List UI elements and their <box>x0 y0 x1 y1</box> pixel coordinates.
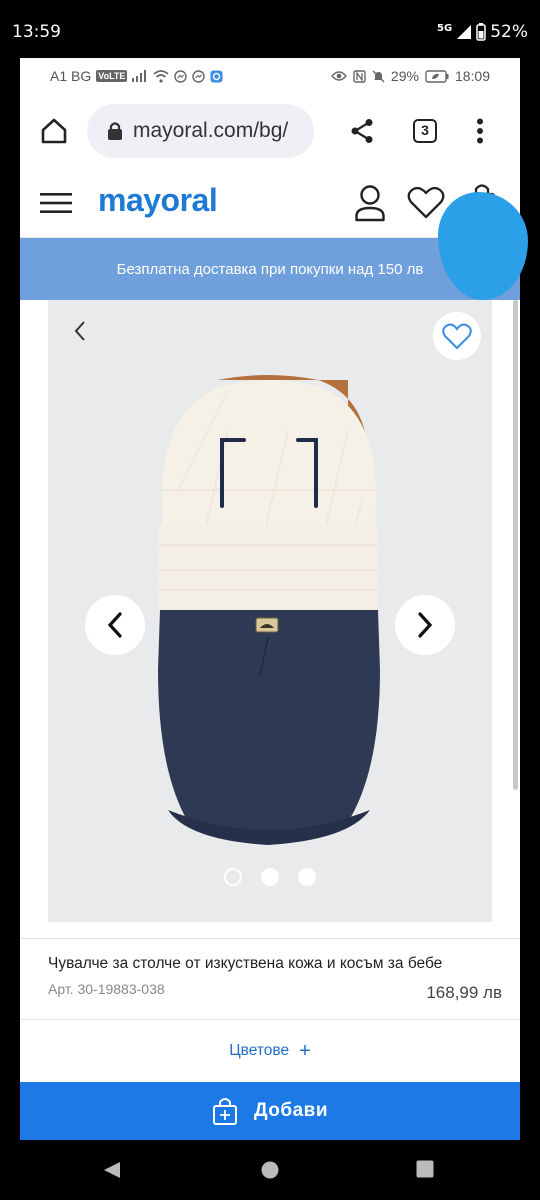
address-bar[interactable]: mayoral.com/bg/ <box>87 104 314 158</box>
volte-badge: VoLTE <box>96 70 128 82</box>
carrier-group: A1 BG VoLTE <box>50 68 223 84</box>
app-notification-icon <box>210 70 223 82</box>
url-text: mayoral.com/bg/ <box>133 119 289 142</box>
status-time: 13:59 <box>12 22 61 42</box>
heart-outline-icon <box>442 323 472 349</box>
add-to-cart-button[interactable]: Добави <box>20 1082 520 1140</box>
product-title: Чувалче за столче от изкуствена кожа и к… <box>48 955 443 972</box>
product-price: 168,99 лв <box>426 983 502 1002</box>
hamburger-icon[interactable] <box>40 192 72 214</box>
promo-text: Безплатна доставка при покупки над 150 л… <box>116 260 424 278</box>
product-gallery[interactable] <box>48 300 492 922</box>
site-logo[interactable]: mayoral <box>98 182 218 219</box>
recents-nav-icon[interactable] <box>416 1160 434 1178</box>
mute-icon <box>372 70 385 82</box>
outer-status-bar: 13:59 5G 52% <box>0 0 540 58</box>
back-nav-icon[interactable] <box>102 1160 122 1180</box>
inner-status-bar: A1 BG VoLTE 29% 18:09 <box>20 58 520 92</box>
battery-icon <box>476 23 486 41</box>
bag-plus-icon <box>212 1098 237 1125</box>
system-nav-bar <box>0 1140 540 1200</box>
add-to-wishlist-button[interactable] <box>433 312 481 360</box>
signal-bars-icon <box>132 70 147 82</box>
colors-selector[interactable]: Цветове + <box>20 1020 520 1082</box>
heart-icon[interactable] <box>407 186 445 220</box>
add-button-label: Добави <box>253 1100 329 1121</box>
battery-saver-icon <box>425 69 449 83</box>
inner-time: 18:09 <box>454 68 490 84</box>
chevron-right-icon <box>418 612 433 638</box>
next-image-button[interactable] <box>395 595 455 655</box>
prev-image-button[interactable] <box>85 595 145 655</box>
nfc-icon <box>353 69 366 83</box>
product-image <box>158 375 380 845</box>
inner-battery-percent: 29% <box>390 68 419 84</box>
carousel-dot-3[interactable] <box>298 868 316 886</box>
inner-status-right: 29% 18:09 <box>330 68 490 84</box>
carrier-label: A1 BG <box>50 68 92 84</box>
colors-label: Цветове <box>229 1042 290 1059</box>
carousel-dot-2[interactable] <box>261 868 279 886</box>
plus-icon: + <box>299 1039 311 1062</box>
product-info: Чувалче за столче от изкуствена кожа и к… <box>20 938 520 1020</box>
messenger-icon-2 <box>192 69 206 83</box>
browser-toolbar: mayoral.com/bg/ 3 <box>20 98 520 170</box>
more-vert-icon[interactable] <box>476 118 484 144</box>
battery-percent: 52% <box>490 22 528 42</box>
tab-switcher-button[interactable]: 3 <box>413 119 437 143</box>
lock-icon <box>108 122 122 140</box>
product-reference: Арт. 30-19883-038 <box>48 981 165 997</box>
chevron-left-icon <box>107 612 122 638</box>
carousel-dot-1[interactable] <box>224 868 242 886</box>
network-label: 5G <box>437 22 453 34</box>
user-icon[interactable] <box>354 184 386 222</box>
messenger-icon <box>174 69 188 83</box>
back-icon[interactable] <box>73 320 87 342</box>
share-icon[interactable] <box>350 118 374 144</box>
signal-icon <box>457 25 472 39</box>
wifi-icon <box>153 69 169 83</box>
status-indicators: 5G 52% <box>437 22 528 42</box>
page-scrollbar[interactable] <box>513 300 518 790</box>
home-nav-icon[interactable] <box>260 1160 280 1180</box>
eye-icon <box>330 71 347 81</box>
home-icon[interactable] <box>40 118 68 144</box>
